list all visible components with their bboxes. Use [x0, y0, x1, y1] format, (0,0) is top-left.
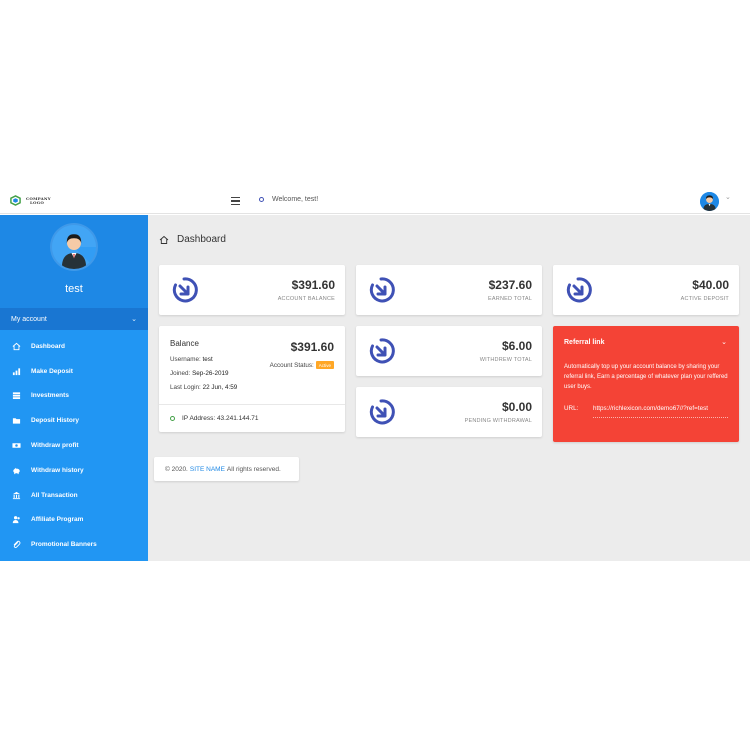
username-value: test — [202, 356, 213, 363]
account-balance-amount: $391.60 — [291, 278, 335, 292]
chevron-down-icon: ⌄ — [131, 316, 137, 323]
user-menu-chevron-icon[interactable]: ⌄ — [725, 193, 731, 201]
pending-withdrawal-card: $0.00 PENDING WITHDRAWAL — [356, 387, 542, 437]
active-deposit-amount: $40.00 — [692, 278, 729, 292]
last-login-value: 22 Jun, 4:59 — [202, 384, 238, 391]
main-content: Dashboard $391.60 ACCOUNT BALANCE $237.6… — [148, 215, 750, 561]
ip-address-row: IP Address: 43.241.144.71 — [170, 415, 259, 422]
user-avatar[interactable] — [700, 192, 719, 211]
sidebar-item-withdraw-profit[interactable]: Withdraw profit — [0, 433, 148, 458]
users-icon — [11, 515, 21, 525]
home-icon — [159, 235, 169, 244]
sidebar: test My account ⌄ Dashboard Make Deposit — [0, 215, 148, 561]
top-navbar: COMPANY LOGO Welcome, test! ⌄ — [0, 188, 750, 214]
status-ring-icon — [259, 197, 264, 202]
sidebar-item-affiliate-program[interactable]: Affiliate Program — [0, 508, 148, 533]
withdrew-total-card: $6.00 WITHDREW TOTAL — [356, 326, 542, 376]
referral-url-row: URL: https://richlexicon.com/demo67//?re… — [564, 405, 728, 418]
welcome-message: Welcome, test! — [259, 196, 318, 203]
profile-avatar-icon — [52, 225, 96, 269]
username-row: Username: test — [170, 356, 213, 363]
sidebar-item-investments[interactable]: Investments — [0, 384, 148, 409]
joined-value: Sep-26-2019 — [192, 370, 229, 377]
site-name-link[interactable]: SITE NAME — [190, 466, 225, 473]
piggy-bank-icon — [11, 465, 21, 475]
sidebar-menu: Dashboard Make Deposit Investments Depos… — [0, 330, 148, 557]
page-header: Dashboard — [159, 234, 226, 245]
withdrew-total-label: WITHDREW TOTAL — [479, 357, 532, 363]
folder-icon — [11, 416, 21, 426]
ip-address-value: 43.241.144.71 — [216, 415, 259, 422]
arrow-down-circle-icon — [172, 277, 198, 303]
active-deposit-label: ACTIVE DEPOSIT — [680, 296, 729, 302]
sidebar-avatar[interactable] — [52, 225, 96, 269]
logo-text: COMPANY LOGO — [26, 196, 51, 205]
section-label: My account — [11, 315, 47, 323]
balance-amount: $391.60 — [290, 340, 334, 354]
account-balance-label: ACCOUNT BALANCE — [277, 296, 335, 302]
sidebar-item-dashboard[interactable]: Dashboard — [0, 334, 148, 359]
earned-total-card: $237.60 EARNED TOTAL — [356, 265, 542, 315]
url-label: URL: — [564, 405, 579, 412]
sidebar-item-deposit-history[interactable]: Deposit History — [0, 408, 148, 433]
sidebar-item-promotional-banners[interactable]: Promotional Banners — [0, 532, 148, 557]
balance-title: Balance — [170, 339, 199, 348]
cash-icon — [11, 441, 21, 451]
sidebar-item-withdraw-history[interactable]: Withdraw history — [0, 458, 148, 483]
referral-card: Referral link ⌄ Automatically top up you… — [553, 326, 739, 442]
arrow-down-circle-icon — [566, 277, 592, 303]
arrow-down-circle-icon — [369, 338, 395, 364]
arrow-down-circle-icon — [369, 277, 395, 303]
welcome-text: Welcome, test! — [272, 196, 319, 203]
status-badge: Active — [315, 361, 334, 369]
pending-withdrawal-label: PENDING WITHDRAWAL — [464, 418, 532, 424]
referral-url-link[interactable]: https://richlexicon.com/demo67//?ref=tes… — [593, 405, 728, 418]
arrow-down-circle-icon — [369, 399, 395, 425]
account-status: Account Status: Active — [270, 361, 334, 369]
paperclip-icon — [11, 540, 21, 550]
bank-icon — [11, 490, 21, 500]
online-dot-icon — [170, 416, 175, 421]
earned-total-amount: $237.60 — [488, 278, 532, 292]
pending-withdrawal-amount: $0.00 — [501, 400, 532, 414]
sidebar-username: test — [65, 283, 83, 295]
last-login-row: Last Login: 22 Jun, 4:59 — [170, 384, 238, 391]
home-icon — [11, 341, 21, 351]
divider — [159, 404, 345, 405]
sidebar-item-make-deposit[interactable]: Make Deposit — [0, 359, 148, 384]
logo-icon — [10, 195, 21, 206]
sidebar-profile: test — [0, 215, 148, 308]
database-icon — [11, 391, 21, 401]
logo-line-2: LOGO — [30, 199, 44, 205]
referral-title: Referral link — [564, 339, 605, 346]
page-footer: © 2020. SITE NAME All rights reserved. — [154, 457, 299, 481]
balance-card: Balance $391.60 Username: test Joined: S… — [159, 326, 345, 432]
company-logo[interactable]: COMPANY LOGO — [10, 195, 51, 206]
referral-description: Automatically top up your account balanc… — [564, 364, 728, 390]
sidebar-item-all-transaction[interactable]: All Transaction — [0, 483, 148, 508]
withdrew-total-amount: $6.00 — [501, 339, 532, 353]
bar-chart-icon — [11, 366, 21, 376]
joined-row: Joined: Sep-26-2019 — [170, 370, 229, 377]
earned-total-label: EARNED TOTAL — [488, 296, 532, 302]
user-avatar-icon — [700, 192, 719, 211]
menu-toggle-icon[interactable] — [231, 197, 240, 205]
active-deposit-card: $40.00 ACTIVE DEPOSIT — [553, 265, 739, 315]
my-account-section[interactable]: My account ⌄ — [0, 308, 148, 330]
chevron-down-icon[interactable]: ⌄ — [721, 338, 727, 346]
account-balance-card: $391.60 ACCOUNT BALANCE — [159, 265, 345, 315]
page-title: Dashboard — [177, 234, 226, 245]
app-window: COMPANY LOGO Welcome, test! ⌄ test My ac… — [0, 188, 750, 561]
